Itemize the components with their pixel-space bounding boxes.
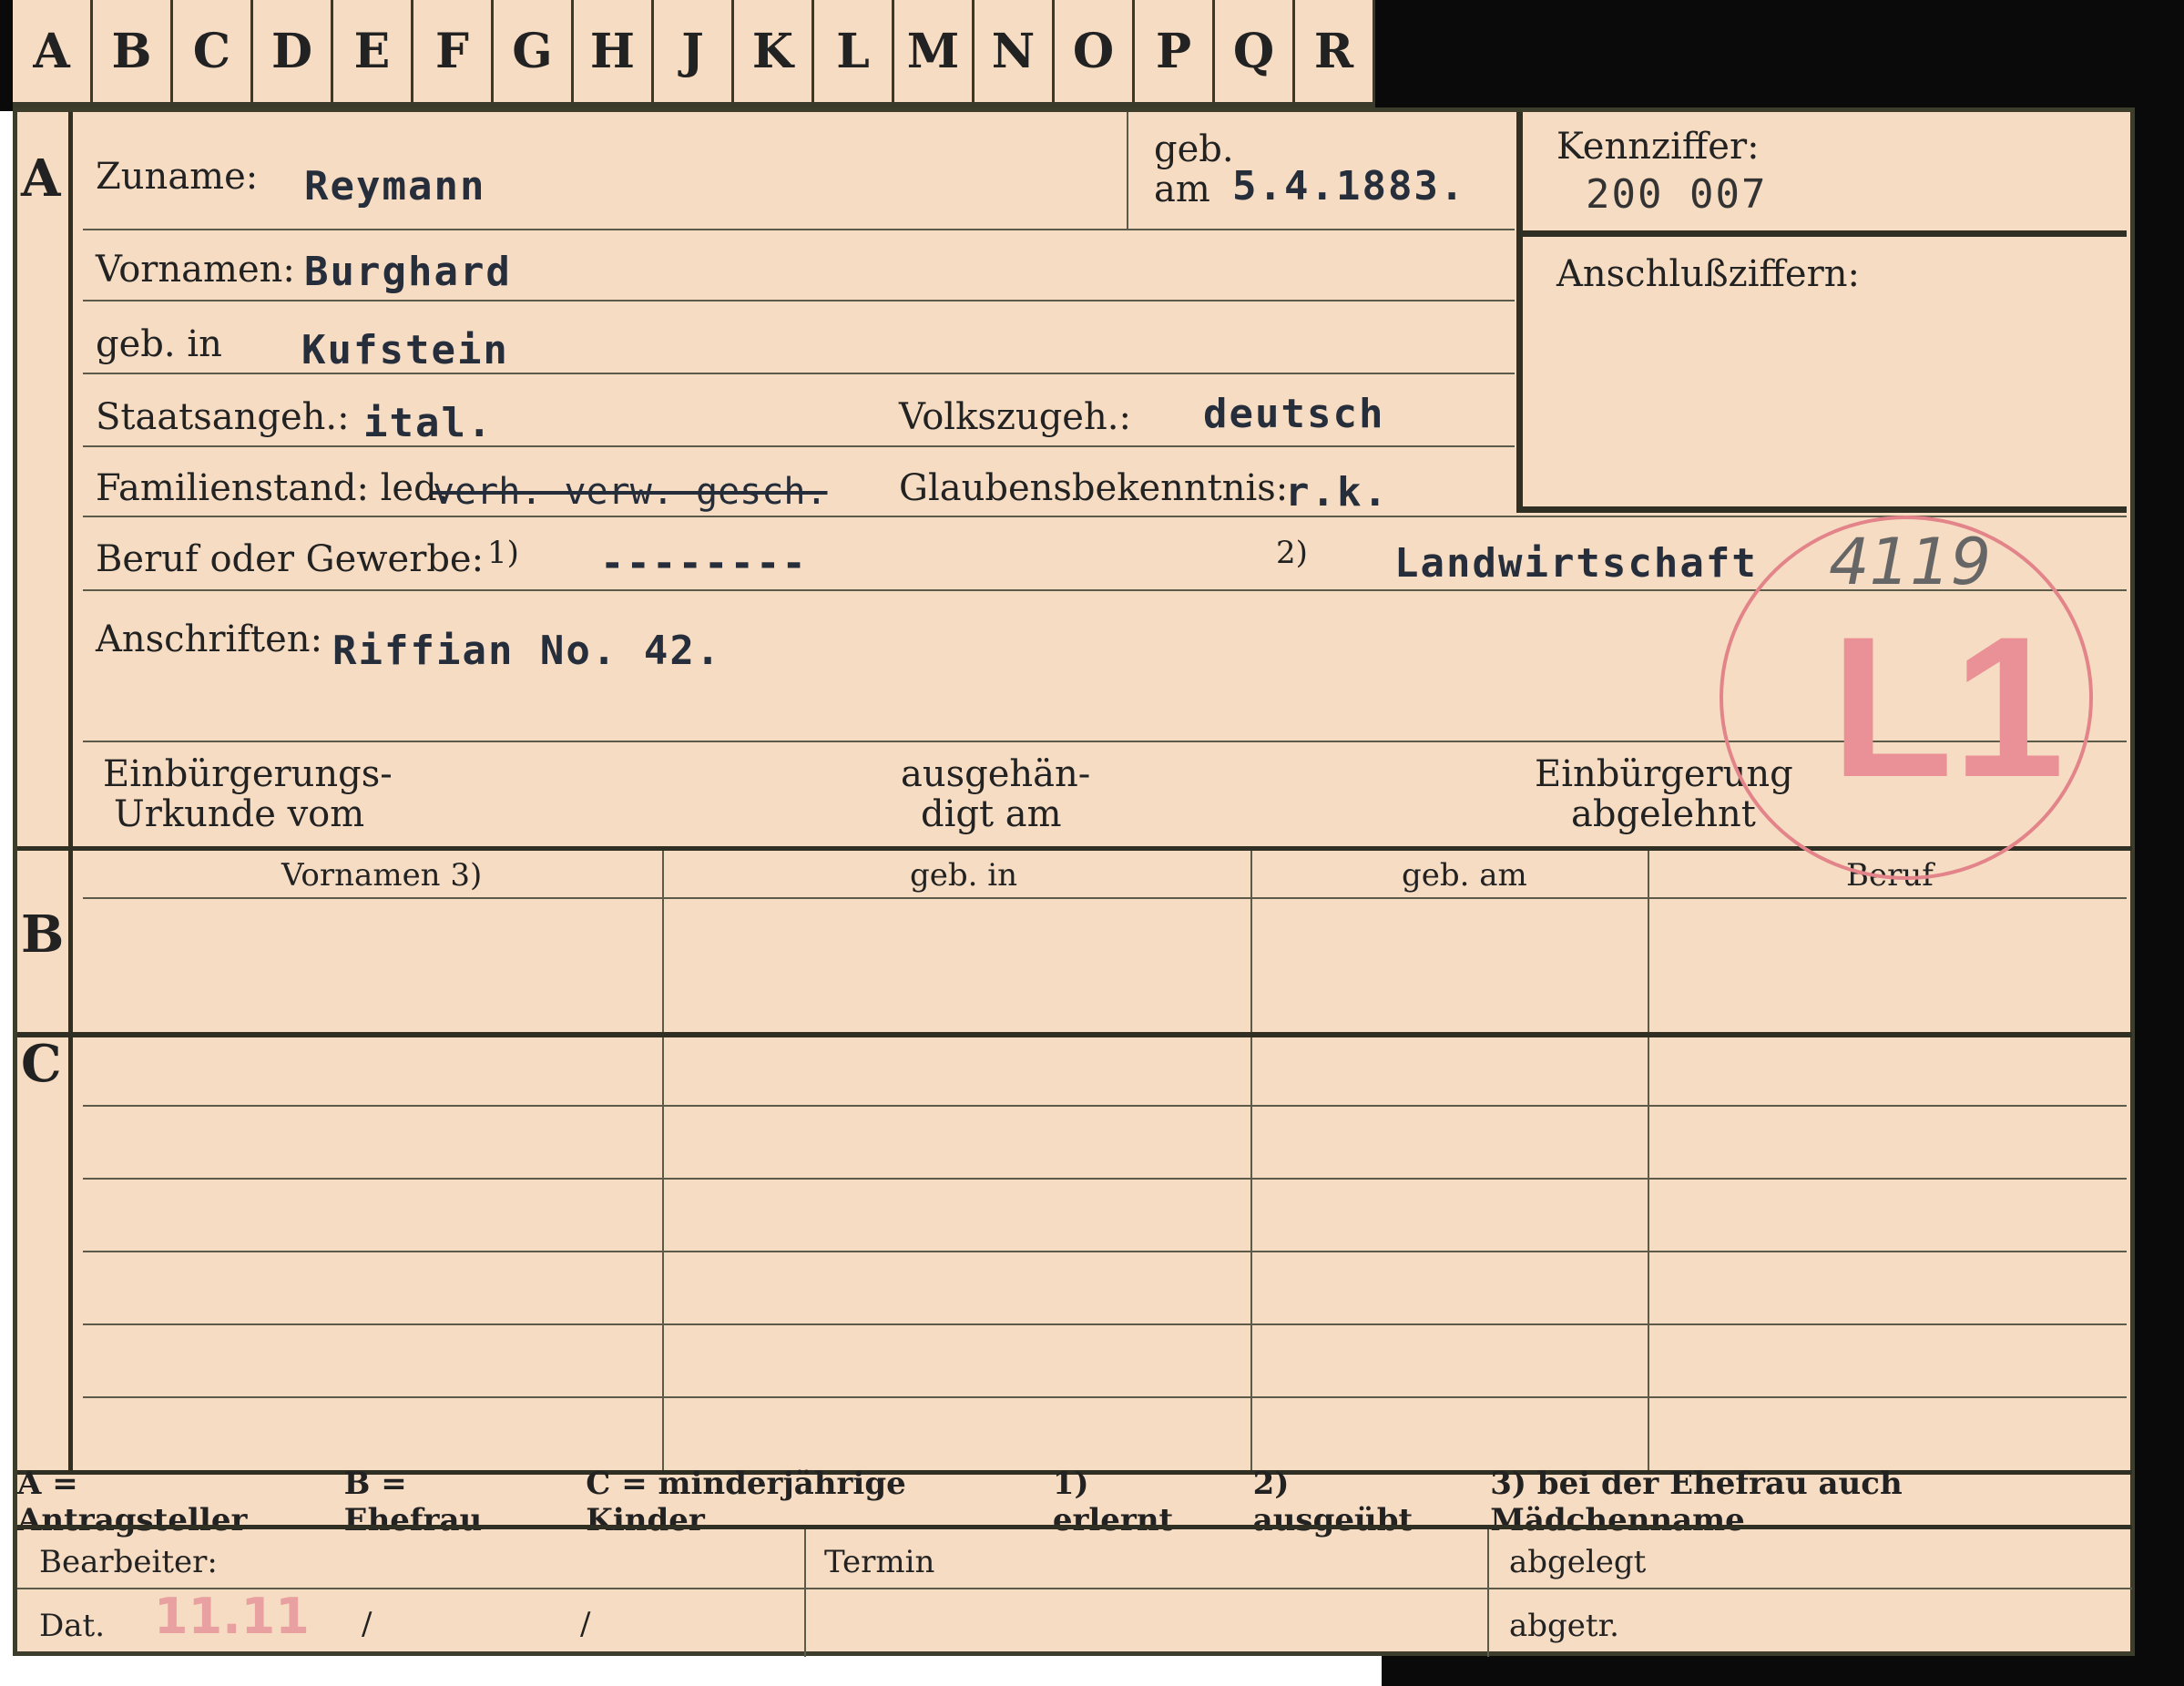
profession-label: Beruf oder Gewerbe: <box>96 538 485 580</box>
index-tab: Q <box>1215 0 1295 107</box>
handed-label-1: ausgehän- <box>901 753 1091 795</box>
rule <box>83 1396 2127 1398</box>
naturalization-label-1: Einbürgerungs- <box>103 753 393 795</box>
ethnicity-value: deutsch <box>1203 391 1385 437</box>
registration-card: A B C Kennziffer: 200 007 Anschlußziffer… <box>13 107 2135 1657</box>
index-tab: G <box>494 0 574 107</box>
section-divider-bc <box>17 1032 2132 1037</box>
rule <box>1127 112 1128 229</box>
section-mark-b: B <box>21 904 65 965</box>
column-rule <box>1648 851 1649 1474</box>
surname-label: Zuname: <box>96 156 259 198</box>
index-tab: L <box>814 0 894 107</box>
anschluss-label: Anschlußziffern: <box>1556 253 1860 295</box>
profession-value-2: Landwirtschaft <box>1394 540 1758 587</box>
legend-bottom-border <box>17 1525 2132 1529</box>
column-rule <box>662 851 664 1474</box>
marital-struck-options: verh. verw. gesch. <box>433 471 828 513</box>
column-rule <box>1250 851 1252 1474</box>
id-box-left-border <box>1516 112 1523 513</box>
rule <box>83 1251 2127 1252</box>
dat-separator: / <box>362 1606 373 1642</box>
index-tab: P <box>1135 0 1215 107</box>
rule <box>83 897 2127 899</box>
rule <box>83 229 1515 230</box>
index-tab: C <box>173 0 253 107</box>
abgelegt-label: abgelegt <box>1509 1544 1647 1580</box>
surname-value: Reymann <box>304 163 486 209</box>
born-label-1: geb. <box>1154 128 1234 170</box>
birthplace-label: geb. in <box>96 323 222 365</box>
profession-mark-1: 1) <box>487 535 519 571</box>
first-names-value: Burghard <box>304 249 512 295</box>
first-names-label: Vornamen: <box>96 249 295 291</box>
rule <box>83 516 2127 517</box>
rule <box>83 1323 2127 1325</box>
kennziffer-label: Kennziffer: <box>1556 126 1760 168</box>
dat-label: Dat. <box>39 1608 106 1644</box>
address-label: Anschriften: <box>96 618 323 660</box>
index-tab: O <box>1055 0 1135 107</box>
dat-handwritten-value: 11.11 <box>154 1588 310 1645</box>
column-rule <box>1487 1529 1489 1657</box>
bearbeiter-label: Bearbeiter: <box>39 1544 218 1580</box>
born-label-2: am <box>1154 169 1210 210</box>
b-header-first-names: Vornamen 3) <box>281 857 483 894</box>
column-rule <box>804 1529 806 1657</box>
rejected-label-2: abgelehnt <box>1571 793 1756 835</box>
rule <box>83 445 1515 447</box>
index-tab: A <box>13 0 93 107</box>
id-box-bottom-border <box>1516 506 2127 513</box>
marital-label: Familienstand: led. <box>96 467 449 509</box>
address-value: Riffian No. 42. <box>332 628 722 674</box>
index-tab: F <box>413 0 494 107</box>
section-mark-a: A <box>21 148 61 209</box>
citizenship-label: Staatsangeh.: <box>96 396 350 438</box>
legend: A = Antragsteller B = Ehefrau C = minder… <box>17 1466 2130 1538</box>
index-tab: M <box>894 0 975 107</box>
birthplace-value: Kufstein <box>301 327 509 373</box>
religion-label: Glaubensbekenntnis: <box>899 467 1289 509</box>
rule <box>17 1588 2132 1589</box>
naturalization-label-2: Urkunde vom <box>114 793 365 835</box>
abgetr-label: abgetr. <box>1509 1608 1619 1644</box>
index-tab: N <box>975 0 1055 107</box>
index-tab: R <box>1295 0 1375 107</box>
index-tab-strip: ABCDEFGHJKLMNOPQR <box>13 0 1381 107</box>
index-tab: B <box>93 0 173 107</box>
ethnicity-label: Volkszugeh.: <box>899 396 1131 438</box>
rule <box>83 1178 2127 1180</box>
termin-label: Termin <box>824 1544 935 1580</box>
index-tab: J <box>654 0 734 107</box>
pencil-number: 4119 <box>1829 525 1992 599</box>
born-value: 5.4.1883. <box>1232 163 1466 209</box>
dat-separator: / <box>580 1606 591 1642</box>
religion-value: r.k. <box>1285 469 1389 516</box>
b-header-birthplace: geb. in <box>910 857 1018 894</box>
profession-mark-2: 2) <box>1276 535 1308 571</box>
handed-label-2: digt am <box>921 793 1062 835</box>
index-tab: K <box>734 0 814 107</box>
index-tab: H <box>574 0 654 107</box>
stamp-text: L1 <box>1831 595 2065 819</box>
rule <box>83 1105 2127 1107</box>
id-box-divider <box>1516 230 2127 237</box>
rule <box>83 373 1515 374</box>
section-column-border <box>68 112 73 1474</box>
rule <box>83 300 1515 301</box>
b-header-birthdate: geb. am <box>1402 857 1527 894</box>
profession-value-1: -------- <box>600 540 808 587</box>
kennziffer-value: 200 007 <box>1586 171 1768 218</box>
citizenship-value: ital. <box>363 400 494 446</box>
index-tab: E <box>333 0 413 107</box>
section-mark-c: C <box>21 1034 62 1094</box>
index-tab: D <box>253 0 333 107</box>
